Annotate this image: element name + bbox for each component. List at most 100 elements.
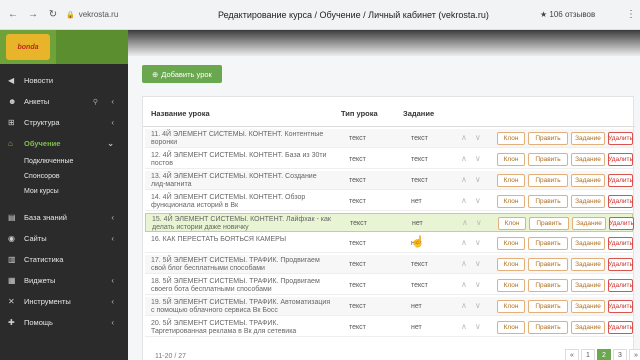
clone-button[interactable]: Клон — [498, 217, 526, 230]
delete-button[interactable]: Удалить — [608, 300, 633, 313]
reorder-arrows-icon[interactable]: ∧∨ — [461, 133, 489, 142]
clone-button[interactable]: Клон — [497, 237, 525, 250]
sidebar-subitem-sponsors[interactable]: Спонсоров — [0, 169, 128, 184]
sidebar-item-news[interactable]: ◀ Новости — [0, 70, 128, 91]
lesson-name[interactable]: 19. 5Й ЭЛЕМЕНТ СИСТЕМЫ. ТРАФИК. Автомати… — [151, 299, 331, 315]
lesson-name[interactable]: 17. 5Й ЭЛЕМЕНТ СИСТЕМЫ. ТРАФИК. Продвига… — [151, 257, 331, 273]
page-link[interactable]: 1 — [581, 349, 595, 360]
task-button[interactable]: Задание — [571, 174, 605, 187]
lessons-table: Название урока Тип урока Задание 11. 4Й … — [142, 96, 640, 360]
add-lesson-button[interactable]: ⊕ Добавить урок — [142, 65, 222, 83]
reviews-badge[interactable]: ★ 106 отзывов — [540, 10, 595, 19]
page-link[interactable]: » — [629, 349, 640, 360]
reorder-arrows-icon[interactable]: ∧∨ — [461, 154, 489, 163]
reorder-arrows-icon[interactable]: ∧∨ — [461, 259, 489, 268]
chevron-left-icon: ‹ — [111, 234, 114, 243]
lesson-type: текст — [349, 282, 366, 289]
pin-icon[interactable]: ⚲ — [93, 98, 98, 106]
sidebar-item-widgets[interactable]: ▦ Виджеты ‹ — [0, 270, 128, 291]
edit-button[interactable]: Править — [528, 300, 568, 313]
task-button[interactable]: Задание — [571, 321, 605, 334]
reorder-arrows-icon[interactable]: ∧∨ — [461, 322, 489, 331]
reorder-arrows-icon[interactable]: ∧∨ — [461, 196, 489, 205]
sidebar-item-training[interactable]: ⌂ Обучение ⌄ — [0, 133, 128, 154]
sidebar-subitem-connected[interactable]: Подключенные — [0, 154, 128, 169]
delete-button[interactable]: Удалить — [608, 153, 633, 166]
reorder-arrows-icon[interactable]: ∧∨ — [461, 175, 489, 184]
task-button[interactable]: Задание — [571, 237, 605, 250]
lesson-name[interactable]: 11. 4Й ЭЛЕМЕНТ СИСТЕМЫ. КОНТЕНТ. Контент… — [151, 131, 331, 147]
delete-button[interactable]: Удалить — [608, 321, 633, 334]
lesson-name[interactable]: 18. 5Й ЭЛЕМЕНТ СИСТЕМЫ. ТРАФИК. Продвига… — [151, 278, 331, 294]
lesson-name[interactable]: 12. 4Й ЭЛЕМЕНТ СИСТЕМЫ. КОНТЕНТ. База из… — [151, 152, 331, 168]
sidebar-subitem-my-courses[interactable]: Мои курсы — [0, 184, 128, 199]
page-link[interactable]: « — [565, 349, 579, 360]
task-button[interactable]: Задание — [571, 258, 605, 271]
reorder-arrows-icon[interactable]: ∧∨ — [462, 218, 490, 227]
lesson-name[interactable]: 14. 4Й ЭЛЕМЕНТ СИСТЕМЫ. КОНТЕНТ. Обзор ф… — [151, 194, 331, 210]
task-button[interactable]: Задание — [572, 217, 606, 230]
sidebar-item-stats[interactable]: ▥ Статистика — [0, 249, 128, 270]
sidebar-item-tools[interactable]: ✕ Инструменты ‹ — [0, 291, 128, 312]
edit-button[interactable]: Править — [528, 321, 568, 334]
edit-button[interactable]: Править — [528, 132, 568, 145]
page-link[interactable]: 2 — [597, 349, 611, 360]
delete-button[interactable]: Удалить — [608, 195, 633, 208]
forward-icon[interactable]: → — [26, 8, 40, 22]
lock-icon: 🔒 — [66, 11, 75, 19]
clone-button[interactable]: Клон — [497, 279, 525, 292]
edit-button[interactable]: Править — [528, 258, 568, 271]
clone-button[interactable]: Клон — [497, 195, 525, 208]
lesson-name[interactable]: 16. КАК ПЕРЕСТАТЬ БОЯТЬСЯ КАМЕРЫ — [151, 236, 331, 244]
clone-button[interactable]: Клон — [497, 174, 525, 187]
lesson-task: текст — [411, 177, 428, 184]
lesson-task: текст — [411, 156, 428, 163]
delete-button[interactable]: Удалить — [608, 132, 633, 145]
lesson-name[interactable]: 15. 4Й ЭЛЕМЕНТ СИСТЕМЫ. КОНТЕНТ. Лайфхак… — [152, 216, 332, 232]
lesson-name[interactable]: 20. 5Й ЭЛЕМЕНТ СИСТЕМЫ. ТРАФИК. Таргетир… — [151, 320, 331, 336]
edit-button[interactable]: Править — [528, 279, 568, 292]
sidebar-item-sites[interactable]: ◉ Сайты ‹ — [0, 228, 128, 249]
menu-icon[interactable]: ⋮ — [626, 9, 636, 20]
edit-button[interactable]: Править — [528, 237, 568, 250]
megaphone-icon: ◀ — [8, 76, 15, 85]
task-button[interactable]: Задание — [571, 132, 605, 145]
clone-button[interactable]: Клон — [497, 258, 525, 271]
sitemap-icon: ⊞ — [8, 118, 15, 127]
clone-button[interactable]: Клон — [497, 132, 525, 145]
col-name[interactable]: Название урока — [151, 109, 210, 118]
edit-button[interactable]: Править — [528, 195, 568, 208]
task-button[interactable]: Задание — [571, 195, 605, 208]
sidebar-item-structure[interactable]: ⊞ Структура ‹ — [0, 112, 128, 133]
edit-button[interactable]: Править — [528, 153, 568, 166]
sidebar-item-profiles[interactable]: ☻ Анкеты ⚲ ‹ — [0, 91, 128, 112]
reorder-arrows-icon[interactable]: ∧∨ — [461, 301, 489, 310]
task-button[interactable]: Задание — [571, 279, 605, 292]
table-row: 17. 5Й ЭЛЕМЕНТ СИСТЕМЫ. ТРАФИК. Продвига… — [145, 255, 633, 274]
delete-button[interactable]: Удалить — [608, 174, 633, 187]
reorder-arrows-icon[interactable]: ∧∨ — [461, 280, 489, 289]
address-bar[interactable]: 🔒 vekrosta.ru — [66, 10, 118, 19]
clone-button[interactable]: Клон — [497, 321, 525, 334]
delete-button[interactable]: Удалить — [608, 258, 633, 271]
back-icon[interactable]: ← — [6, 8, 20, 22]
col-type[interactable]: Тип урока — [341, 109, 378, 118]
delete-button[interactable]: Удалить — [608, 279, 633, 292]
sidebar-item-help[interactable]: ✚ Помощь ‹ — [0, 312, 128, 333]
logo[interactable]: bonda — [6, 34, 50, 60]
clone-button[interactable]: Клон — [497, 153, 525, 166]
clone-button[interactable]: Клон — [497, 300, 525, 313]
delete-button[interactable]: Удалить — [608, 237, 633, 250]
lesson-name[interactable]: 13. 4Й ЭЛЕМЕНТ СИСТЕМЫ. КОНТЕНТ. Создани… — [151, 173, 331, 189]
task-button[interactable]: Задание — [571, 300, 605, 313]
page-link[interactable]: 3 — [613, 349, 627, 360]
task-button[interactable]: Задание — [571, 153, 605, 166]
edit-button[interactable]: Править — [529, 217, 569, 230]
reload-icon[interactable]: ↻ — [46, 8, 60, 22]
chevron-down-icon: ⌄ — [107, 139, 114, 148]
delete-button[interactable]: Удалить — [609, 217, 634, 230]
reorder-arrows-icon[interactable]: ∧∨ — [461, 238, 489, 247]
col-task[interactable]: Задание — [403, 109, 434, 118]
edit-button[interactable]: Править — [528, 174, 568, 187]
sidebar-item-knowledge[interactable]: ▤ База знаний ‹ — [0, 207, 128, 228]
